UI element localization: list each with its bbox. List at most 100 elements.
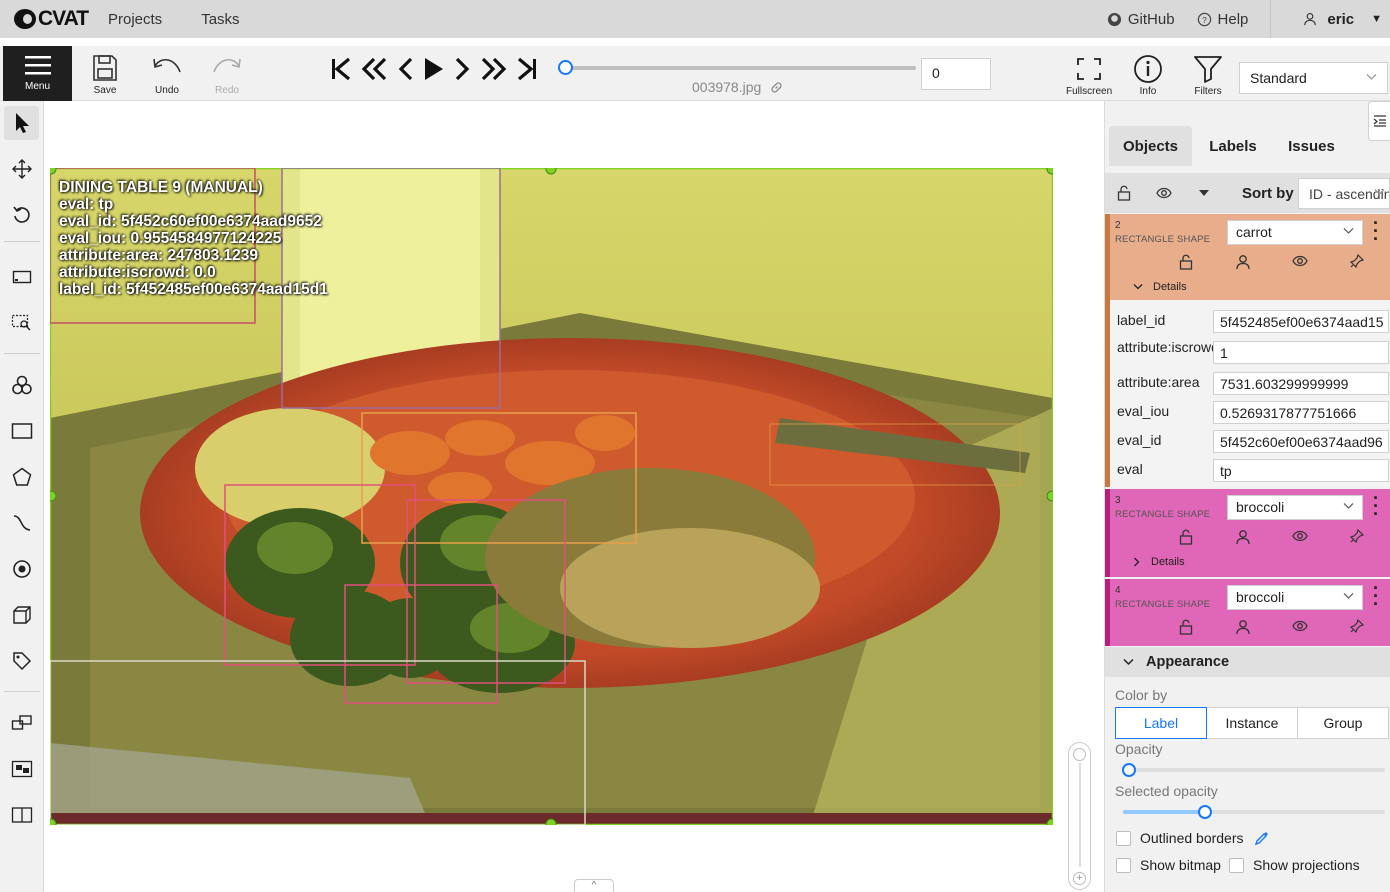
fast-backward-icon[interactable] <box>360 56 388 82</box>
color-by-instance-option[interactable]: Instance <box>1206 707 1298 739</box>
object-item-broccoli[interactable]: 3 RECTANGLE SHAPE broccoli · · · Details <box>1105 489 1390 577</box>
attr-value-input[interactable]: 1 <box>1213 341 1389 364</box>
setup-tag-tool[interactable] <box>0 644 44 678</box>
checkbox-box[interactable] <box>1116 830 1131 846</box>
attr-value-input[interactable]: 7531.603299999999 <box>1213 372 1389 395</box>
user-menu[interactable]: eric ▼ <box>1303 11 1382 28</box>
tab-objects[interactable]: Objects <box>1109 126 1192 166</box>
caret-down-icon[interactable] <box>1198 189 1210 197</box>
occluded-user-icon[interactable] <box>1214 254 1271 270</box>
more-vertical-icon[interactable]: · · · <box>1373 579 1379 613</box>
tab-labels[interactable]: Labels <box>1192 126 1274 166</box>
draw-rectangle-tool[interactable] <box>0 414 44 448</box>
attr-key: eval_id <box>1117 432 1162 448</box>
show-projections-checkbox[interactable]: Show projections <box>1229 857 1360 873</box>
color-by-group-option[interactable]: Group <box>1297 707 1389 739</box>
redo-icon <box>213 58 241 73</box>
pin-icon[interactable] <box>1328 254 1385 270</box>
controls-sidebar <box>0 101 44 892</box>
nav-projects[interactable]: Projects <box>108 11 162 28</box>
undo-button[interactable]: Undo <box>151 54 183 96</box>
color-by-label-option[interactable]: Label <box>1115 707 1207 739</box>
zoom-slider[interactable]: + <box>1068 742 1091 890</box>
save-button[interactable]: Save <box>92 54 118 96</box>
draw-cuboid-tool[interactable] <box>0 598 44 632</box>
help-link[interactable]: ? Help <box>1197 11 1248 28</box>
fit-image-tool[interactable] <box>0 260 44 294</box>
cvat-logo[interactable]: CVAT <box>14 7 94 31</box>
group-tool[interactable] <box>0 752 44 786</box>
eye-icon[interactable] <box>1271 529 1328 545</box>
nav-tasks[interactable]: Tasks <box>201 11 239 28</box>
pin-icon[interactable] <box>1328 619 1385 635</box>
fullscreen-button[interactable]: Fullscreen <box>1066 55 1112 97</box>
draw-points-tool[interactable] <box>0 552 44 586</box>
object-label-select[interactable]: broccoli <box>1227 585 1363 610</box>
object-details-toggle[interactable]: Details <box>1133 556 1185 568</box>
split-tool[interactable] <box>0 798 44 832</box>
last-frame-icon[interactable] <box>516 56 538 82</box>
opacity-slider[interactable] <box>1123 768 1385 772</box>
filters-button[interactable]: Filters <box>1193 55 1223 97</box>
appearance-title: Appearance <box>1146 654 1230 670</box>
info-button[interactable]: Info <box>1133 55 1163 97</box>
object-label-select[interactable]: broccoli <box>1227 495 1363 520</box>
zoom-region-tool[interactable] <box>0 306 44 340</box>
object-item-broccoli[interactable]: 4 RECTANGLE SHAPE broccoli · · · <box>1105 579 1390 646</box>
ai-tools[interactable] <box>0 368 44 402</box>
rotate-tool[interactable] <box>0 198 44 232</box>
frame-slider-track[interactable] <box>566 66 916 70</box>
more-vertical-icon[interactable]: · · · <box>1373 214 1379 248</box>
link-icon[interactable] <box>770 81 783 94</box>
unlock-icon[interactable] <box>1117 185 1131 201</box>
frame-number-input[interactable]: 0 <box>921 58 991 90</box>
object-details-toggle[interactable]: Details <box>1133 281 1187 293</box>
eye-icon[interactable] <box>1271 619 1328 635</box>
lock-toggle-icon[interactable] <box>1157 619 1214 635</box>
attr-value-input[interactable]: 5f452c60ef00e6374aad96 <box>1213 430 1389 453</box>
appearance-header[interactable]: Appearance <box>1105 647 1390 677</box>
merge-tool[interactable] <box>0 706 44 740</box>
object-item-carrot[interactable]: 2 RECTANGLE SHAPE carrot · · · Details lab… <box>1105 214 1390 487</box>
show-bitmap-checkbox[interactable]: Show bitmap <box>1116 857 1221 873</box>
attr-value-input[interactable]: tp <box>1213 459 1389 482</box>
eye-icon[interactable] <box>1271 254 1328 270</box>
tab-issues[interactable]: Issues <box>1274 126 1349 166</box>
first-frame-icon[interactable] <box>330 56 352 82</box>
bottom-panel-toggle[interactable]: ^ <box>574 879 614 892</box>
fast-forward-icon[interactable] <box>480 56 508 82</box>
lock-toggle-icon[interactable] <box>1157 254 1214 270</box>
menu-button[interactable]: Menu <box>3 46 72 101</box>
lock-toggle-icon[interactable] <box>1157 529 1214 545</box>
points-icon <box>13 560 31 578</box>
move-tool[interactable] <box>0 152 44 186</box>
selected-opacity-handle[interactable] <box>1198 805 1212 819</box>
occluded-user-icon[interactable] <box>1214 529 1271 545</box>
attr-value-input[interactable]: 0.5269317877751666 <box>1213 401 1389 424</box>
cursor-tool[interactable] <box>4 106 39 140</box>
occluded-user-icon[interactable] <box>1214 619 1271 635</box>
color-picker-icon[interactable] <box>1254 830 1270 846</box>
redo-button[interactable]: Redo <box>211 54 243 96</box>
eye-icon[interactable] <box>1156 186 1172 200</box>
zoom-in-icon[interactable]: + <box>1073 872 1086 885</box>
play-icon[interactable] <box>422 56 446 82</box>
outlined-borders-checkbox[interactable]: Outlined borders <box>1116 830 1270 846</box>
more-vertical-icon[interactable]: · · · <box>1373 489 1379 523</box>
checkbox-box[interactable] <box>1116 857 1131 873</box>
checkbox-box[interactable] <box>1229 857 1244 873</box>
next-frame-icon[interactable] <box>454 56 472 82</box>
pin-icon[interactable] <box>1328 529 1385 545</box>
zoom-handle[interactable] <box>1073 748 1086 761</box>
annotation-canvas[interactable]: DINING TABLE 9 (MANUAL) eval: tp eval_id… <box>45 101 1102 892</box>
draw-polygon-tool[interactable] <box>0 460 44 494</box>
draw-polyline-tool[interactable] <box>0 506 44 540</box>
github-link[interactable]: GitHub <box>1107 11 1175 28</box>
sort-select[interactable]: ID - ascending <box>1298 178 1390 209</box>
workspace-select[interactable]: Standard <box>1239 62 1388 94</box>
opacity-slider-handle[interactable] <box>1122 763 1136 777</box>
frame-slider-handle[interactable] <box>558 60 573 75</box>
previous-frame-icon[interactable] <box>396 56 414 82</box>
object-label-select[interactable]: carrot <box>1227 220 1363 245</box>
attr-value-input[interactable]: 5f452485ef00e6374aad15 <box>1213 310 1389 333</box>
